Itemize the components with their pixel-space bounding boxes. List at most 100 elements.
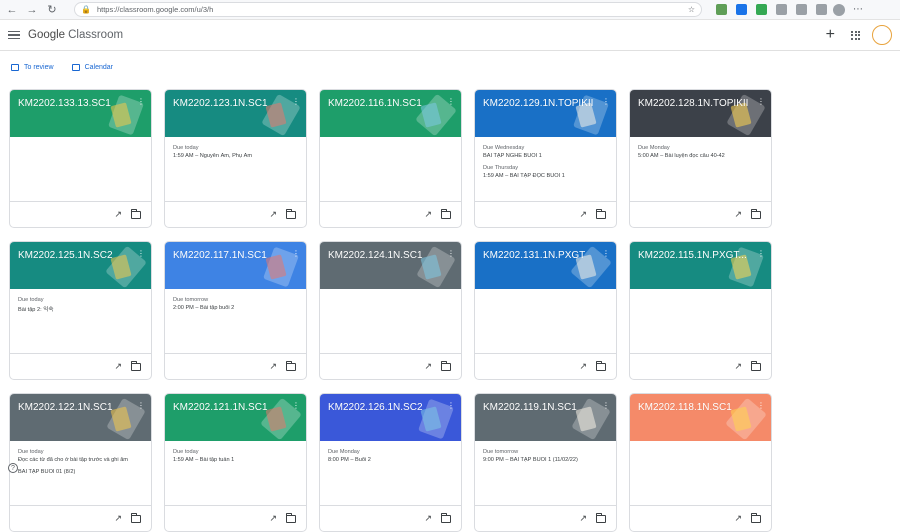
refresh-icon[interactable]: ↻ (44, 2, 60, 18)
class-card[interactable]: KM2202.124.1N.SC1 ⋮ ↗ (319, 241, 462, 380)
trending-up-icon[interactable]: ↗ (114, 513, 122, 524)
more-options-icon[interactable]: ⋮ (137, 402, 145, 410)
class-card-banner[interactable]: KM2202.123.1N.SC1 ⋮ (165, 90, 306, 137)
assignment-link[interactable]: 1:59 AM – Nguyên Âm, Phụ Âm (173, 153, 298, 159)
browser-menu-icon[interactable]: ⋯ (853, 4, 863, 15)
extension-icon[interactable] (716, 4, 727, 15)
bookmark-star-icon[interactable]: ☆ (688, 5, 695, 14)
main-menu-icon[interactable] (8, 30, 20, 40)
assignment-link[interactable]: 5:00 AM – Bài luyện đọc câu 40-42 (638, 153, 763, 159)
class-name[interactable]: KM2202.125.1N.SC2 (18, 250, 113, 261)
class-card-banner[interactable]: KM2202.133.13.SC1 ⋮ (10, 90, 151, 137)
class-card-banner[interactable]: KM2202.126.1N.SC2 ⋮ (320, 394, 461, 441)
more-options-icon[interactable]: ⋮ (757, 402, 765, 410)
to-review-link[interactable]: To review (11, 64, 54, 71)
class-name[interactable]: KM2202.126.1N.SC2 (328, 402, 423, 413)
class-card[interactable]: KM2202.122.1N.SC1 ⋮ Due today Đọc các từ đã… (9, 393, 152, 532)
extension-icon[interactable] (776, 4, 787, 15)
class-card[interactable]: KM2202.123.1N.SC1 ⋮ Due today 1:59 AM – Ngu… (164, 89, 307, 228)
trending-up-icon[interactable]: ↗ (579, 361, 587, 372)
class-card-banner[interactable]: KM2202.131.1N.PXGT ⋮ (475, 242, 616, 289)
trending-up-icon[interactable]: ↗ (424, 513, 432, 524)
class-card-banner[interactable]: KM2202.121.1N.SC1 ⋮ (165, 394, 306, 441)
address-bar[interactable]: 🔒 https://classroom.google.com/u/3/h ☆ (74, 2, 702, 17)
class-card-banner[interactable]: KM2202.117.1N.SC1 ⋮ (165, 242, 306, 289)
app-logo[interactable]: Google Classroom (28, 29, 123, 41)
calendar-link[interactable]: Calendar (71, 64, 113, 71)
assignment-link[interactable]: 1:59 AM – Bài tập tuần 1 (173, 457, 298, 463)
class-name[interactable]: KM2202.123.1N.SC1 (173, 98, 268, 109)
folder-icon[interactable] (131, 360, 141, 371)
trending-up-icon[interactable]: ↗ (734, 513, 742, 524)
class-card[interactable]: KM2202.131.1N.PXGT ⋮ ↗ (474, 241, 617, 380)
class-name[interactable]: KM2202.119.1N.SC1 (483, 402, 577, 413)
class-card[interactable]: KM2202.115.1N.PXGT... ⋮ ↗ (629, 241, 772, 380)
class-name[interactable]: KM2202.129.1N.TOPIKII (483, 98, 593, 109)
class-name[interactable]: KM2202.124.1N.SC1 (328, 250, 423, 261)
folder-icon[interactable] (441, 360, 451, 371)
folder-icon[interactable] (131, 512, 141, 523)
class-name[interactable]: KM2202.121.1N.SC1 (173, 402, 268, 413)
back-icon[interactable]: ← (4, 2, 20, 18)
folder-icon[interactable] (441, 208, 451, 219)
trending-up-icon[interactable]: ↗ (269, 209, 277, 220)
class-card[interactable]: KM2202.125.1N.SC2 ⋮ Due today Bài tập 2: 익숙… (9, 241, 152, 380)
more-options-icon[interactable]: ⋮ (292, 98, 300, 106)
class-card-banner[interactable]: KM2202.124.1N.SC1 ⋮ (320, 242, 461, 289)
trending-up-icon[interactable]: ↗ (269, 513, 277, 524)
class-card[interactable]: KM2202.117.1N.SC1 ⋮ Due tomorrow 2:00 PM – … (164, 241, 307, 380)
class-name[interactable]: KM2202.128.1N.TOPIKII (638, 98, 748, 109)
account-avatar[interactable] (872, 25, 892, 45)
assignment-link[interactable]: 9:00 PM – BÀI TẬP BUỔI 1 (11/02/22) (483, 457, 608, 463)
folder-icon[interactable] (286, 512, 296, 523)
assignment-link[interactable]: Bài tập 2: 익숙 (18, 305, 143, 313)
class-card[interactable]: KM2202.116.1N.SC1 ⋮ ↗ (319, 89, 462, 228)
trending-up-icon[interactable]: ↗ (424, 361, 432, 372)
class-name[interactable]: KM2202.133.13.SC1 (18, 98, 111, 109)
extension-icon[interactable] (816, 4, 827, 15)
class-card-banner[interactable]: KM2202.118.1N.SC1 ⋮ (630, 394, 771, 441)
trending-up-icon[interactable]: ↗ (579, 209, 587, 220)
class-name[interactable]: KM2202.122.1N.SC1 (18, 402, 113, 413)
folder-icon[interactable] (751, 208, 761, 219)
trending-up-icon[interactable]: ↗ (734, 209, 742, 220)
class-card-banner[interactable]: KM2202.122.1N.SC1 ⋮ (10, 394, 151, 441)
class-card[interactable]: KM2202.119.1N.SC1 ⋮ Due tomorrow 9:00 PM – … (474, 393, 617, 532)
class-name[interactable]: KM2202.116.1N.SC1 (328, 98, 422, 109)
class-card-banner[interactable]: KM2202.116.1N.SC1 ⋮ (320, 90, 461, 137)
class-card[interactable]: KM2202.126.1N.SC2 ⋮ Due Monday 8:00 PM – Bu… (319, 393, 462, 532)
more-options-icon[interactable]: ⋮ (137, 98, 145, 106)
extension-icon[interactable] (796, 4, 807, 15)
trending-up-icon[interactable]: ↗ (734, 361, 742, 372)
more-options-icon[interactable]: ⋮ (447, 250, 455, 258)
class-name[interactable]: KM2202.118.1N.SC1 (638, 402, 732, 413)
assignment-link[interactable]: 2:00 PM – Bài tập buổi 2 (173, 305, 298, 311)
class-card-banner[interactable]: KM2202.128.1N.TOPIKII ⋮ (630, 90, 771, 137)
trending-up-icon[interactable]: ↗ (269, 361, 277, 372)
class-card-banner[interactable]: KM2202.119.1N.SC1 ⋮ (475, 394, 616, 441)
class-card-banner[interactable]: KM2202.129.1N.TOPIKII ⋮ (475, 90, 616, 137)
create-join-class-button[interactable]: + (826, 27, 835, 43)
browser-profile-icon[interactable] (833, 3, 845, 16)
help-icon[interactable]: ? (8, 463, 18, 473)
class-name[interactable]: KM2202.115.1N.PXGT... (638, 250, 747, 261)
more-options-icon[interactable]: ⋮ (292, 402, 300, 410)
class-card[interactable]: KM2202.128.1N.TOPIKII ⋮ Due Monday 5:00 AM … (629, 89, 772, 228)
folder-icon[interactable] (286, 208, 296, 219)
folder-icon[interactable] (596, 208, 606, 219)
class-card[interactable]: KM2202.133.13.SC1 ⋮ ↗ (9, 89, 152, 228)
forward-icon[interactable]: → (24, 2, 40, 18)
more-options-icon[interactable]: ⋮ (137, 250, 145, 258)
more-options-icon[interactable]: ⋮ (292, 250, 300, 258)
folder-icon[interactable] (131, 208, 141, 219)
folder-icon[interactable] (441, 512, 451, 523)
more-options-icon[interactable]: ⋮ (602, 402, 610, 410)
folder-icon[interactable] (751, 512, 761, 523)
more-options-icon[interactable]: ⋮ (447, 402, 455, 410)
class-card[interactable]: KM2202.121.1N.SC1 ⋮ Due today 1:59 AM – Bài… (164, 393, 307, 532)
extension-icon[interactable] (736, 4, 747, 15)
trending-up-icon[interactable]: ↗ (424, 209, 432, 220)
assignment-link[interactable]: 1:59 AM – BÀI TẬP ĐỌC BUỔI 1 (483, 173, 608, 179)
folder-icon[interactable] (596, 360, 606, 371)
assignment-link[interactable]: 8:00 PM – Buổi 2 (328, 457, 453, 463)
